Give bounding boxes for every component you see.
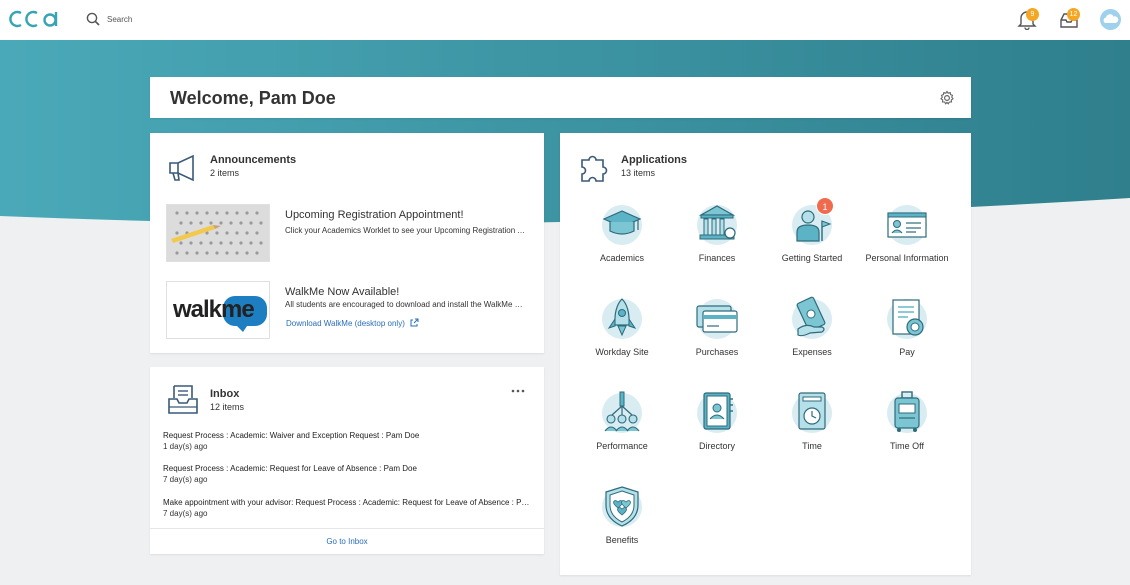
announcement-description: All students are encouraged to download … xyxy=(285,300,525,309)
app-academics[interactable]: Academics xyxy=(572,201,672,281)
app-performance[interactable]: Performance xyxy=(572,389,672,469)
inbox-item-title: Make appointment with your advisor: Requ… xyxy=(163,498,531,507)
app-label: Purchases xyxy=(695,347,739,357)
answer-sheet-image xyxy=(167,205,269,261)
applications-card: Applications 13 items Academics Finances xyxy=(560,133,971,575)
app-expenses[interactable]: Expenses xyxy=(762,295,862,375)
download-walkme-link-text: Download WalkMe (desktop only) xyxy=(286,319,405,328)
app-personal-information[interactable]: Personal Information xyxy=(857,201,957,281)
inbox-item-title: Request Process : Academic: Request for … xyxy=(163,464,417,473)
shield-hearts-icon xyxy=(602,486,642,527)
inbox-title: Inbox xyxy=(210,388,240,400)
walkme-logo-text: walkme xyxy=(173,296,255,323)
search-icon[interactable] xyxy=(86,12,100,26)
announcement-title[interactable]: Upcoming Registration Appointment! xyxy=(285,209,464,221)
top-bar: 9 12 xyxy=(0,0,1130,40)
app-label: Personal Information xyxy=(865,253,949,263)
app-directory[interactable]: Directory xyxy=(667,389,767,469)
page-title: Welcome, Pam Doe xyxy=(170,88,336,108)
app-purchases[interactable]: Purchases xyxy=(667,295,767,375)
announcement-title[interactable]: WalkMe Now Available! xyxy=(285,286,399,298)
credit-card-icon xyxy=(696,299,738,339)
inbox-card: Inbox 12 items Request Process : Academi… xyxy=(150,367,544,554)
announcements-card: Announcements 2 items Upcoming Registrat… xyxy=(150,133,544,353)
applications-title: Applications xyxy=(621,154,688,166)
announcements-count: 2 items xyxy=(210,168,240,178)
inbox-item-title: Request Process : Academic: Waiver and E… xyxy=(163,431,420,440)
announcement-description: Click your Academics Worklet to see your… xyxy=(285,226,525,235)
app-label: Expenses xyxy=(792,347,832,357)
applications-count: 13 items xyxy=(621,168,656,178)
go-to-inbox-link[interactable]: Go to Inbox xyxy=(326,537,367,546)
megaphone-icon xyxy=(169,154,194,182)
cca-logo[interactable] xyxy=(8,8,60,30)
app-benefits[interactable]: Benefits xyxy=(572,483,672,563)
app-label: Performance xyxy=(596,441,648,451)
puzzle-piece-icon xyxy=(581,155,608,182)
external-link-icon xyxy=(410,318,419,327)
app-time[interactable]: Time xyxy=(762,389,862,469)
app-label: Finances xyxy=(698,253,736,263)
time-clock-icon xyxy=(792,392,832,433)
directory-book-icon xyxy=(697,392,737,433)
bank-building-icon xyxy=(697,205,737,245)
rocket-icon xyxy=(602,298,642,339)
app-label: Pay xyxy=(899,347,915,357)
inbox-count: 12 items xyxy=(210,402,245,412)
graduation-cap-icon xyxy=(602,205,642,245)
inbox-icon xyxy=(168,385,198,414)
money-hand-icon xyxy=(792,296,832,339)
welcome-card: Welcome, Pam Doe xyxy=(150,77,971,118)
search-input[interactable] xyxy=(103,9,303,29)
inbox-item[interactable]: Request Process : Academic: Waiver and E… xyxy=(163,430,531,452)
inbox-item-time: 7 day(s) ago xyxy=(163,509,208,518)
app-label: Benefits xyxy=(605,535,639,545)
inbox-item-time: 7 day(s) ago xyxy=(163,475,208,484)
app-workday-site[interactable]: Workday Site xyxy=(572,295,672,375)
pay-document-icon xyxy=(887,299,927,339)
more-options-icon[interactable] xyxy=(510,387,526,395)
app-label: Getting Started xyxy=(781,253,843,263)
inbox-item[interactable]: Make appointment with your advisor: Requ… xyxy=(163,497,531,519)
id-card-icon xyxy=(887,205,927,245)
inbox-item[interactable]: Request Process : Academic: Request for … xyxy=(163,463,531,485)
inbox-footer: Go to Inbox xyxy=(150,528,544,554)
inbox-badge: 12 xyxy=(1067,8,1080,21)
app-notification-badge: 1 xyxy=(816,197,834,215)
app-label: Workday Site xyxy=(595,347,649,357)
inbox-item-time: 1 day(s) ago xyxy=(163,442,208,451)
registration-thumbnail[interactable] xyxy=(166,204,270,262)
app-label: Academics xyxy=(599,253,644,263)
cloud-icon xyxy=(1103,14,1119,23)
app-getting-started[interactable]: 1 Getting Started xyxy=(762,197,862,281)
walkme-thumbnail[interactable]: walkme xyxy=(166,281,270,339)
announcements-title: Announcements xyxy=(210,154,297,166)
app-finances[interactable]: Finances xyxy=(667,201,767,281)
app-label: Time Off xyxy=(889,441,924,451)
team-chart-icon xyxy=(602,391,642,433)
avatar[interactable] xyxy=(1100,9,1121,30)
app-time-off[interactable]: Time Off xyxy=(857,389,957,469)
app-label: Directory xyxy=(698,441,735,451)
app-label: Time xyxy=(802,441,822,451)
gear-icon[interactable] xyxy=(939,90,955,106)
luggage-icon xyxy=(887,391,927,433)
notifications-badge: 9 xyxy=(1026,8,1039,21)
app-pay[interactable]: Pay xyxy=(857,295,957,375)
download-walkme-link[interactable]: Download WalkMe (desktop only) xyxy=(286,318,419,328)
